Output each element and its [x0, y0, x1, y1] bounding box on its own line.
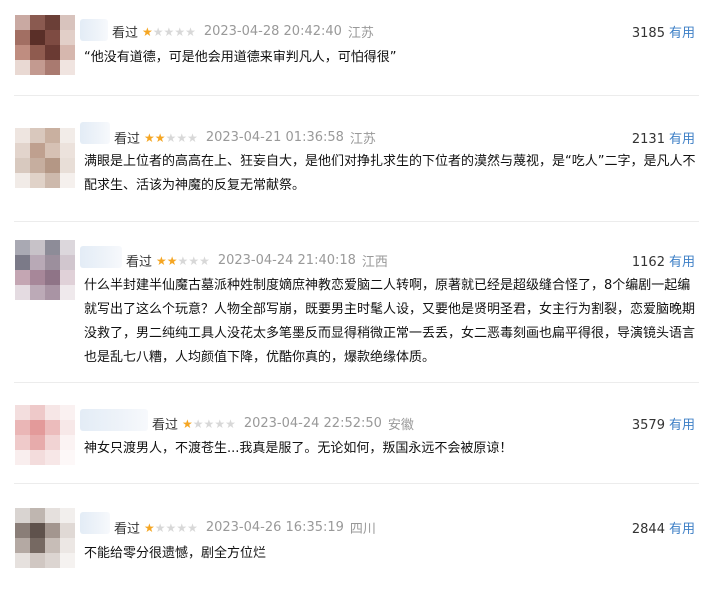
- star-icon: ★: [144, 130, 155, 145]
- useful-button[interactable]: 有用: [669, 132, 695, 147]
- comment-time: 2023-04-24 22:52:50: [243, 416, 382, 431]
- comment-meta: 看过 ★★★★★ 2023-04-24 21:40:18 江西: [126, 251, 388, 270]
- vote-count: 3579: [631, 418, 665, 433]
- watched-label: 看过: [152, 418, 179, 433]
- star-icon: ★: [187, 130, 198, 145]
- star-icon: ★: [144, 520, 155, 535]
- rating-stars: ★★★★★: [142, 25, 196, 39]
- star-icon: ★: [214, 416, 226, 431]
- comment-text: 什么半封建半仙魔古墓派种姓制度嫡庶神教恋爱脑二人转啊，原著就已经是超级缝合怪了，…: [84, 278, 696, 365]
- watched-label: 看过: [126, 255, 153, 270]
- comment-item: 看过 ★★★★★ 2023-04-21 01:36:58 江苏 2131 有用 满…: [0, 96, 713, 221]
- star-icon: ★: [188, 253, 200, 268]
- username-blurred[interactable]: [80, 409, 148, 431]
- comment-text: 不能给零分很遗憾，剧全方位烂: [84, 546, 267, 561]
- vote-count: 1162: [631, 255, 665, 270]
- comment-item: 看过 ★★★★★ 2023-04-26 16:35:19 四川 2844 有用 不…: [0, 484, 713, 590]
- star-icon: ★: [182, 416, 193, 431]
- comment-item: 看过 ★★★★★ 2023-04-24 21:40:18 江西 1162 有用 什…: [0, 222, 713, 382]
- avatar[interactable]: [15, 405, 75, 465]
- useful-button[interactable]: 有用: [669, 255, 695, 270]
- star-icon: ★: [166, 253, 178, 268]
- star-icon: ★: [199, 253, 210, 268]
- rating-stars: ★★★★★: [182, 417, 236, 431]
- star-icon: ★: [225, 416, 236, 431]
- rating-stars: ★★★★★: [144, 131, 198, 145]
- comment-time: 2023-04-26 16:35:19: [205, 520, 344, 535]
- vote-area: 3579 有用: [632, 414, 695, 433]
- star-icon: ★: [142, 24, 153, 39]
- username-blurred[interactable]: [80, 122, 110, 144]
- comment-meta: 看过 ★★★★★ 2023-04-24 22:52:50 安徽: [152, 414, 414, 433]
- comment-time: 2023-04-21 01:36:58: [205, 130, 344, 145]
- comment-meta: 看过 ★★★★★ 2023-04-21 01:36:58 江苏: [114, 128, 376, 147]
- comment-text: “他没有道德，可是他会用道德来审判凡人，可怕得很”: [84, 50, 397, 65]
- star-icon: ★: [165, 130, 177, 145]
- star-icon: ★: [192, 416, 204, 431]
- star-icon: ★: [174, 24, 186, 39]
- comment-location: 四川: [349, 522, 376, 537]
- useful-button[interactable]: 有用: [669, 522, 695, 537]
- comment-item: 看过 ★★★★★ 2023-04-24 22:52:50 安徽 3579 有用 神…: [0, 383, 713, 483]
- watched-label: 看过: [114, 132, 141, 147]
- star-icon: ★: [176, 130, 188, 145]
- username-blurred[interactable]: [80, 246, 122, 268]
- comment-time: 2023-04-28 20:42:40: [203, 24, 342, 39]
- star-icon: ★: [152, 24, 164, 39]
- vote-count: 3185: [631, 26, 665, 41]
- comment-item: 看过 ★★★★★ 2023-04-28 20:42:40 江苏 3185 有用 “…: [0, 0, 713, 95]
- comment-location: 安徽: [387, 418, 414, 433]
- useful-button[interactable]: 有用: [669, 26, 695, 41]
- vote-area: 2844 有用: [632, 518, 695, 537]
- comment-text: 满眼是上位者的高高在上、狂妄自大，是他们对挣扎求生的下位者的漠然与蔑视，是“吃人…: [84, 154, 696, 193]
- username-blurred[interactable]: [80, 512, 110, 534]
- star-icon: ★: [165, 520, 177, 535]
- comment-text: 神女只渡男人，不渡苍生...我真是服了。无论如何，叛国永远不会被原谅！: [84, 441, 513, 456]
- comment-meta: 看过 ★★★★★ 2023-04-26 16:35:19 四川: [114, 518, 376, 537]
- star-icon: ★: [203, 416, 215, 431]
- vote-area: 1162 有用: [632, 251, 695, 270]
- avatar[interactable]: [15, 240, 75, 300]
- vote-count: 2844: [631, 522, 665, 537]
- useful-button[interactable]: 有用: [669, 418, 695, 433]
- star-icon: ★: [156, 253, 167, 268]
- star-icon: ★: [187, 520, 198, 535]
- star-icon: ★: [163, 24, 175, 39]
- star-icon: ★: [185, 24, 196, 39]
- star-icon: ★: [177, 253, 189, 268]
- rating-stars: ★★★★★: [156, 254, 210, 268]
- star-icon: ★: [154, 130, 166, 145]
- comment-time: 2023-04-24 21:40:18: [217, 253, 356, 268]
- vote-area: 2131 有用: [632, 128, 695, 147]
- vote-count: 2131: [631, 132, 665, 147]
- watched-label: 看过: [112, 26, 139, 41]
- watched-label: 看过: [114, 522, 141, 537]
- avatar[interactable]: [15, 508, 75, 568]
- comment-location: 江苏: [347, 26, 374, 41]
- avatar[interactable]: [15, 128, 75, 188]
- username-blurred[interactable]: [80, 19, 108, 41]
- avatar[interactable]: [15, 15, 75, 75]
- comment-location: 江西: [361, 255, 388, 270]
- star-icon: ★: [176, 520, 188, 535]
- rating-stars: ★★★★★: [144, 521, 198, 535]
- comment-meta: 看过 ★★★★★ 2023-04-28 20:42:40 江苏: [112, 22, 374, 41]
- vote-area: 3185 有用: [632, 22, 695, 41]
- comment-location: 江苏: [349, 132, 376, 147]
- star-icon: ★: [154, 520, 166, 535]
